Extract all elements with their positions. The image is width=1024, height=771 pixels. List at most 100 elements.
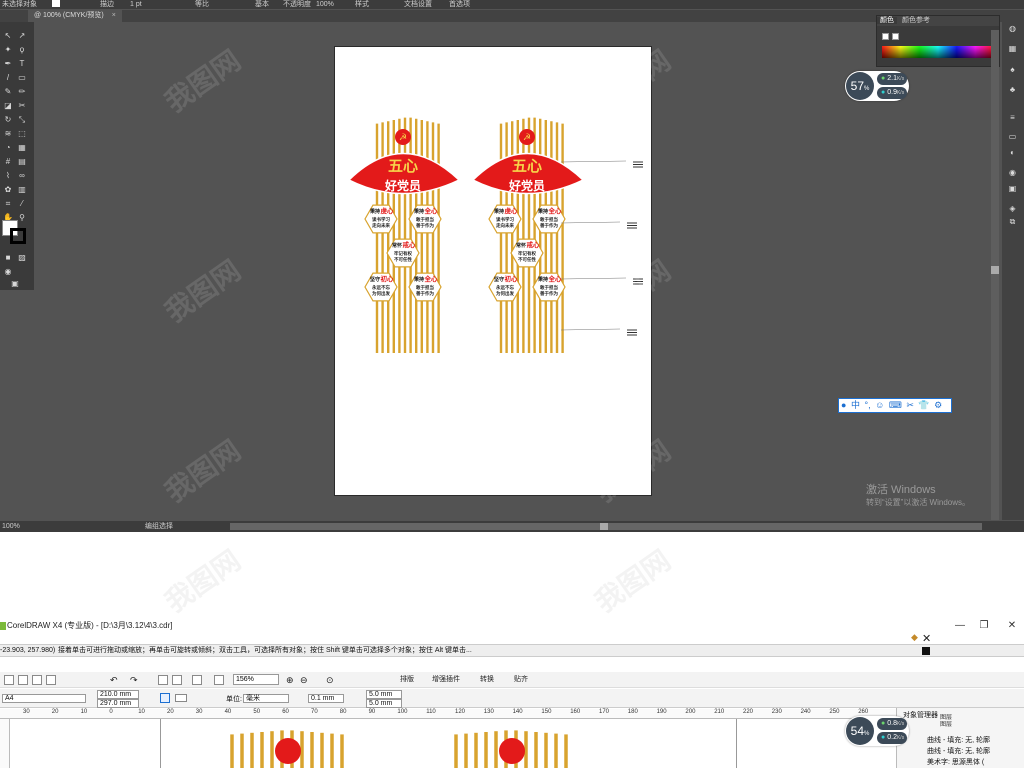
gradient-tool-icon[interactable]: ▤ [17, 158, 27, 166]
warp-tool-icon[interactable]: ≋ [3, 130, 13, 138]
toolbar-snap[interactable]: 贴齐 [514, 674, 528, 686]
units-select[interactable]: 毫米 [243, 694, 289, 703]
brush-select[interactable]: 基本 [255, 0, 269, 9]
rotate-tool-icon[interactable]: ↻ [3, 116, 13, 124]
tab-color[interactable]: 颜色 [877, 17, 897, 24]
gradient-mode-icon[interactable]: ▨ [17, 254, 27, 262]
white-swatch[interactable] [892, 33, 899, 40]
graph-tool-icon[interactable]: ▥ [17, 186, 27, 194]
line-tool-icon[interactable]: / [3, 74, 13, 82]
none-swatch[interactable] [882, 33, 889, 40]
undo-icon[interactable]: ↶ [110, 674, 118, 686]
color-mode-icon[interactable]: ■ [3, 254, 13, 262]
duplicate-y-field[interactable]: 5.0 mm [366, 699, 402, 708]
print-icon[interactable] [46, 675, 56, 685]
nudge-field[interactable]: 0.1 mm [308, 694, 344, 703]
screen-mode-icon[interactable]: ▣ [10, 280, 20, 288]
swatches-icon[interactable]: ▦ [1007, 44, 1018, 53]
magic-wand-icon[interactable]: ✦ [3, 46, 13, 54]
horizontal-scroll-thumb[interactable] [600, 523, 608, 530]
symbol-sprayer-icon[interactable]: ✿ [3, 186, 13, 194]
zoom-level[interactable]: 100% [2, 521, 20, 532]
shape-builder-icon[interactable]: ◔ [3, 144, 13, 152]
page-size-select[interactable]: A4 [2, 694, 86, 703]
app-launcher-icon[interactable] [192, 675, 202, 685]
rectangle-tool-icon[interactable]: ▭ [17, 74, 27, 82]
zoom-in-icon[interactable]: ⊕ [286, 674, 294, 686]
gradient-panel-icon[interactable]: ▭ [1007, 132, 1018, 141]
vertical-scroll-thumb[interactable] [991, 266, 999, 274]
landscape-icon[interactable] [175, 694, 187, 702]
zoom-select[interactable]: 156% [233, 674, 279, 685]
page-height-field[interactable]: 297.0 mm [97, 699, 139, 708]
new-icon[interactable] [4, 675, 14, 685]
ime-scissors-icon[interactable]: ✂ [906, 400, 914, 410]
draw-mode-icon[interactable]: ◉ [3, 268, 13, 276]
list-item[interactable]: 曲线 - 填充: 无, 轮廓 [927, 735, 990, 746]
maximize-button[interactable]: ❐ [974, 616, 994, 636]
duplicate-x-field[interactable]: 5.0 mm [366, 690, 402, 699]
outline-color-swatch[interactable] [922, 647, 930, 655]
toolbar-plugins[interactable]: 增强插件 [432, 674, 460, 686]
stroke-box[interactable] [10, 228, 26, 244]
free-transform-icon[interactable]: ⬚ [17, 130, 27, 138]
mesh-tool-icon[interactable]: # [3, 158, 13, 166]
list-item[interactable]: 美术字: 思源黑体 ( [927, 757, 990, 768]
scale-tool-icon[interactable]: ⤡ [17, 116, 27, 124]
page-width-field[interactable]: 210.0 mm [97, 690, 139, 699]
brush-tool-icon[interactable]: ✎ [3, 88, 13, 96]
artboards-icon[interactable]: ⧉ [1007, 217, 1018, 226]
redo-icon[interactable]: ↷ [130, 674, 138, 686]
export-icon[interactable] [172, 675, 182, 685]
ime-emoji-icon[interactable]: ☺ [875, 400, 884, 410]
artboard-tool-icon[interactable]: ⌗ [3, 200, 13, 208]
eyedropper-icon[interactable]: ⌇ [3, 172, 13, 180]
welcome-icon[interactable] [214, 675, 224, 685]
zoom-selected-icon[interactable]: ⊙ [326, 674, 334, 686]
ime-toolbar[interactable]: ● 中 °, ☺ ⌨ ✂ 👕 ⚙ [838, 398, 952, 413]
fill-bucket-icon[interactable]: ◆ [911, 632, 918, 643]
close-icon[interactable]: × [112, 12, 116, 19]
type-tool-icon[interactable]: T [17, 60, 27, 68]
ime-punct-icon[interactable]: °, [864, 400, 870, 410]
net-speed-widget[interactable]: 54% ● 0.8K/s ● 0.2K/s [845, 716, 909, 746]
vertical-scrollbar[interactable] [991, 30, 999, 520]
eraser-tool-icon[interactable]: ◪ [3, 102, 13, 110]
selection-tool-icon[interactable]: ↖ [3, 32, 13, 40]
coreldraw-canvas[interactable] [10, 719, 896, 768]
brushes-icon[interactable]: ♠ [1007, 65, 1018, 74]
zoom-out-icon[interactable]: ⊖ [300, 674, 308, 686]
stroke-panel-icon[interactable]: ≡ [1007, 113, 1018, 122]
appearance-icon[interactable]: ◉ [1007, 168, 1018, 177]
prefs-button[interactable]: 首选项 [449, 0, 470, 9]
graphic-styles-icon[interactable]: ▣ [1007, 184, 1018, 193]
color-panel-icon[interactable]: ◍ [1007, 24, 1018, 33]
stroke-profile[interactable]: 等比 [195, 0, 209, 9]
toolbar-typeset[interactable]: 排版 [400, 674, 414, 686]
ime-chinese-mode[interactable]: 中 [851, 400, 860, 410]
pencil-tool-icon[interactable]: ✏ [17, 88, 27, 96]
perspective-icon[interactable]: ▦ [17, 144, 27, 152]
portrait-icon[interactable] [160, 693, 170, 703]
ime-skin-icon[interactable]: 👕 [918, 400, 929, 410]
fill-stroke-widget[interactable] [2, 220, 26, 246]
ime-settings-icon[interactable]: ⚙ [934, 400, 942, 410]
slice-tool-icon[interactable]: ⁄ [17, 200, 27, 208]
symbols-icon[interactable]: ♣ [1007, 85, 1018, 94]
opacity-value[interactable]: 100% [316, 0, 334, 9]
pen-tool-icon[interactable]: ✒ [3, 60, 13, 68]
ime-keyboard-icon[interactable]: ⌨ [889, 400, 902, 410]
net-speed-widget[interactable]: 57% ● 2.1K/s ● 0.9K/s [845, 71, 909, 101]
toolbar-convert[interactable]: 转换 [480, 674, 494, 686]
import-icon[interactable] [158, 675, 168, 685]
stroke-width[interactable]: 1 pt [130, 0, 142, 9]
ime-logo-icon[interactable]: ● [841, 400, 846, 410]
direct-selection-tool-icon[interactable]: ↗ [17, 32, 27, 40]
document-tab[interactable]: @ 100% (CMYK/预览) × [28, 10, 122, 22]
doc-setup-button[interactable]: 文档设置 [404, 0, 432, 9]
save-icon[interactable] [32, 675, 42, 685]
tab-color-guide[interactable]: 颜色参考 [899, 17, 933, 24]
minimize-button[interactable]: — [950, 616, 970, 636]
scissors-icon[interactable]: ✂ [17, 102, 27, 110]
transparency-icon[interactable]: ◐ [1007, 148, 1018, 157]
